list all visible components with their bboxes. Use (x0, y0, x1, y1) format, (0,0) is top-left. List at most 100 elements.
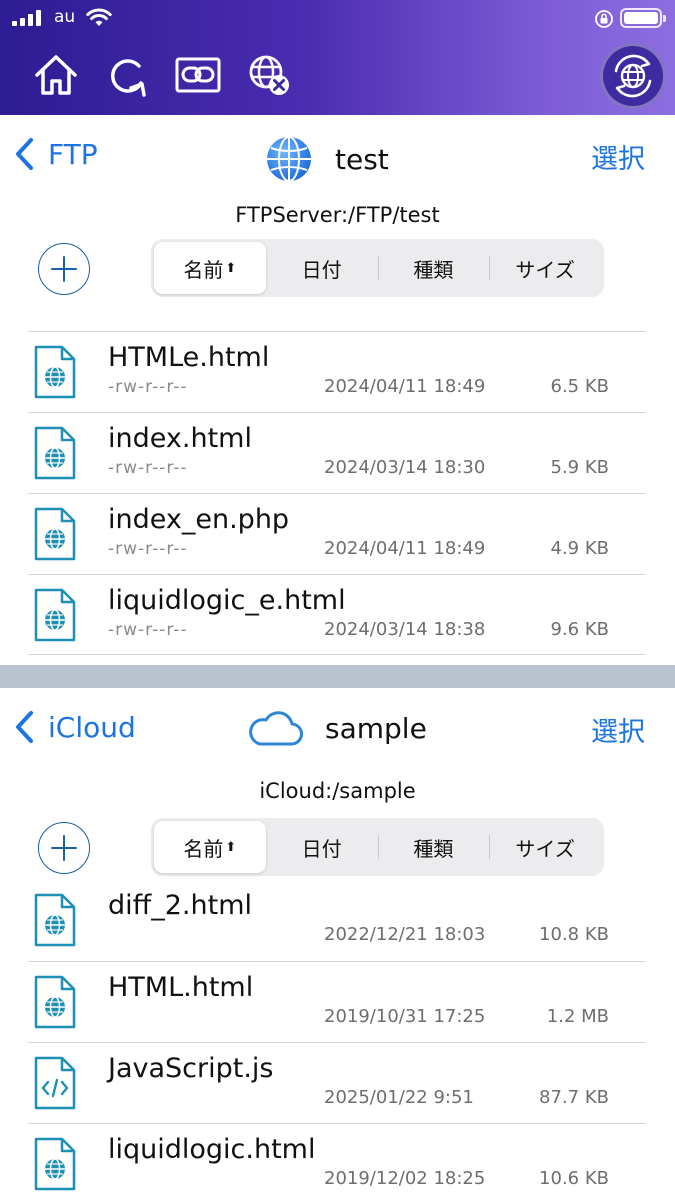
file-permissions: -rw-r--r-- (108, 539, 188, 559)
html-file-icon (34, 588, 76, 642)
html-file-icon (34, 345, 76, 399)
refresh-icon[interactable] (105, 52, 151, 98)
globe-icon (267, 136, 311, 182)
file-row[interactable]: HTMLe.html -rw-r--r-- 2024/04/11 18:49 6… (28, 331, 645, 412)
file-row[interactable]: diff_2.html 2022/12/21 18:03 10.8 KB (28, 880, 645, 961)
icloud-file-list: diff_2.html 2022/12/21 18:03 10.8 KB HTM… (0, 880, 675, 1200)
sort-date-label: 日付 (301, 257, 342, 282)
html-file-icon (34, 507, 76, 561)
html-file-icon (34, 975, 76, 1029)
file-date: 2024/04/11 18:49 (324, 376, 486, 397)
icloud-sort-date[interactable]: 日付 (266, 821, 378, 873)
sort-date-label: 日付 (301, 836, 342, 861)
icloud-path: iCloud:/sample (259, 779, 416, 803)
sort-ascending-icon: ⬆ (225, 260, 237, 276)
panel-divider[interactable] (0, 665, 675, 688)
file-name: index_en.php (108, 504, 290, 535)
sort-name-label: 名前 (183, 257, 224, 282)
code-file-icon (34, 1056, 76, 1110)
chevron-left-icon (16, 711, 33, 743)
icloud-panel: iCloud sample 選択 iCloud:/sample 名前 ⬆ 日付 種… (0, 688, 675, 1200)
html-file-icon (34, 426, 76, 480)
sort-ascending-icon: ⬆ (225, 839, 237, 855)
ftp-sort-name[interactable]: 名前 ⬆ (154, 242, 266, 294)
sort-kind-label: 種類 (413, 836, 454, 861)
ftp-add-button[interactable] (38, 243, 90, 295)
cellular-signal-icon (12, 10, 41, 26)
ftp-sort-date[interactable]: 日付 (266, 242, 378, 294)
cloud-icon (249, 711, 303, 746)
plus-icon (51, 835, 77, 861)
ftp-sort-size[interactable]: サイズ (489, 242, 601, 294)
file-row[interactable]: index_en.php -rw-r--r-- 2024/04/11 18:49… (28, 493, 645, 574)
file-date: 2024/03/14 18:30 (324, 457, 486, 478)
ftp-path: FTPServer:/FTP/test (235, 203, 440, 227)
file-row[interactable]: JavaScript.js 2025/01/22 9:51 87.7 KB (28, 1042, 645, 1123)
file-permissions: -rw-r--r-- (108, 620, 188, 640)
file-date: 2025/01/22 9:51 (324, 1087, 474, 1108)
sort-name-label: 名前 (183, 836, 224, 861)
icloud-sort-segmented-control: 名前 ⬆ 日付 種類 サイズ (151, 818, 604, 876)
ftp-back-button[interactable]: FTP (14, 137, 98, 171)
file-size: 4.9 KB (550, 538, 610, 559)
ftp-sort-row: 名前 ⬆ 日付 種類 サイズ (0, 235, 675, 305)
file-name: index.html (108, 423, 252, 454)
icloud-sort-size[interactable]: サイズ (489, 821, 601, 873)
battery-icon (620, 8, 666, 28)
wifi-icon (86, 8, 112, 26)
file-name: diff_2.html (108, 890, 253, 921)
sort-size-label: サイズ (515, 836, 575, 861)
file-permissions: -rw-r--r-- (108, 458, 188, 478)
rotation-lock-icon (595, 10, 613, 28)
file-date: 2019/12/02 18:25 (324, 1168, 486, 1189)
link-icon[interactable] (175, 52, 221, 98)
file-date: 2022/12/21 18:03 (324, 924, 486, 945)
sync-button[interactable] (600, 43, 666, 109)
icloud-title-label: sample (325, 711, 427, 745)
file-size: 10.6 KB (539, 1168, 609, 1189)
ftp-file-list: HTMLe.html -rw-r--r-- 2024/04/11 18:49 6… (0, 331, 675, 655)
file-row[interactable]: index.html -rw-r--r-- 2024/03/14 18:30 5… (28, 412, 645, 493)
icloud-sort-name[interactable]: 名前 ⬆ (154, 821, 266, 873)
icloud-back-button[interactable]: iCloud (14, 710, 136, 744)
file-date: 2024/04/11 18:49 (324, 538, 486, 559)
html-file-icon (34, 1137, 76, 1191)
html-file-icon (34, 893, 76, 947)
file-name: JavaScript.js (108, 1053, 274, 1084)
ftp-back-label: FTP (48, 137, 98, 171)
file-size: 87.7 KB (539, 1087, 609, 1108)
file-size: 9.6 KB (550, 619, 610, 640)
file-size: 1.2 MB (546, 1006, 609, 1027)
icloud-back-label: iCloud (48, 710, 136, 744)
file-name: liquidlogic.html (108, 1134, 316, 1165)
file-size: 5.9 KB (550, 457, 610, 478)
file-size: 6.5 KB (550, 376, 610, 397)
icloud-sort-kind[interactable]: 種類 (377, 821, 490, 873)
file-row[interactable]: HTML.html 2019/10/31 17:25 1.2 MB (28, 961, 645, 1042)
top-toolbar: au (0, 0, 675, 115)
icloud-select-button[interactable]: 選択 (591, 710, 645, 749)
icloud-title: sample (247, 708, 427, 748)
file-name: HTMLe.html (108, 342, 270, 373)
ftp-title-label: test (335, 142, 389, 176)
carrier-label: au (54, 7, 76, 27)
sort-size-label: サイズ (515, 257, 575, 282)
icloud-add-button[interactable] (38, 822, 90, 874)
file-permissions: -rw-r--r-- (108, 377, 188, 397)
home-icon[interactable] (33, 52, 79, 98)
status-bar: au (0, 0, 675, 36)
file-date: 2019/10/31 17:25 (324, 1006, 486, 1027)
plus-icon (51, 256, 77, 282)
globe-disconnect-icon[interactable] (246, 52, 292, 98)
file-row[interactable]: liquidlogic.html 2019/12/02 18:25 10.6 K… (28, 1123, 645, 1200)
file-size: 10.8 KB (539, 924, 609, 945)
file-row[interactable]: liquidlogic_e.html -rw-r--r-- 2024/03/14… (28, 574, 645, 655)
ftp-nav-bar: FTP test 選択 (0, 115, 675, 195)
ftp-title: test (265, 135, 389, 183)
ftp-select-button[interactable]: 選択 (591, 137, 645, 176)
icloud-nav-bar: iCloud sample 選択 (0, 688, 675, 768)
chevron-left-icon (16, 138, 33, 170)
globe-sync-icon (614, 54, 652, 98)
ftp-sort-kind[interactable]: 種類 (377, 242, 490, 294)
file-date: 2024/03/14 18:38 (324, 619, 486, 640)
